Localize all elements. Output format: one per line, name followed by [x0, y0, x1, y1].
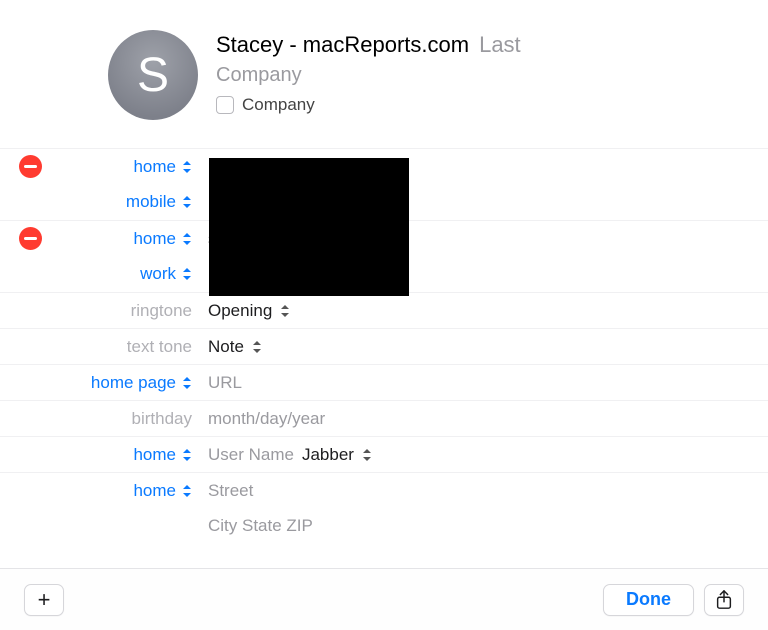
company-checkbox-row: Company — [216, 95, 521, 115]
company-checkbox[interactable] — [216, 96, 234, 114]
birthday-row: birthday month/day/year — [0, 400, 768, 436]
share-button[interactable] — [704, 584, 744, 616]
plus-icon: + — [38, 589, 51, 611]
address-street[interactable]: Street — [200, 481, 768, 501]
im-service[interactable]: Jabber — [302, 445, 354, 465]
done-button[interactable]: Done — [603, 584, 694, 616]
add-button[interactable]: + — [24, 584, 64, 616]
last-name-field[interactable]: Last — [479, 32, 521, 58]
address-city-state-zip[interactable]: City State ZIP — [200, 516, 768, 536]
birthday-value[interactable]: month/day/year — [200, 409, 768, 429]
updown-icon[interactable] — [280, 305, 290, 317]
remove-button[interactable] — [19, 227, 42, 250]
header-right: Stacey - macReports.com Last Company Com… — [216, 30, 521, 115]
homepage-label[interactable]: home page — [91, 373, 176, 393]
im-username[interactable]: User Name — [208, 445, 294, 465]
address-row-2: City State ZIP — [0, 508, 768, 544]
avatar-initial: S — [137, 48, 169, 103]
updown-icon[interactable] — [182, 449, 192, 461]
share-icon — [715, 590, 733, 610]
im-row: home User Name Jabber — [0, 436, 768, 472]
email-label-work[interactable]: work — [140, 264, 176, 284]
phone-label-mobile[interactable]: mobile — [126, 192, 176, 212]
ringtone-row: ringtone Opening — [0, 292, 768, 328]
contact-edit-card: S Stacey - macReports.com Last Company C… — [0, 0, 768, 630]
updown-icon[interactable] — [182, 161, 192, 173]
address-label[interactable]: home — [133, 481, 176, 501]
ringtone-label: ringtone — [131, 301, 192, 321]
contact-header: S Stacey - macReports.com Last Company C… — [0, 0, 768, 144]
homepage-row: home page URL — [0, 364, 768, 400]
updown-icon[interactable] — [362, 449, 372, 461]
updown-icon[interactable] — [182, 377, 192, 389]
updown-icon[interactable] — [252, 341, 262, 353]
address-row: home Street — [0, 472, 768, 508]
first-name-field[interactable]: Stacey - macReports.com — [216, 32, 469, 58]
bottom-toolbar: + Done — [0, 568, 768, 630]
phone-label-home[interactable]: home — [133, 157, 176, 177]
texttone-row: text tone Note — [0, 328, 768, 364]
avatar[interactable]: S — [108, 30, 198, 120]
company-field[interactable]: Company — [216, 64, 521, 87]
name-line: Stacey - macReports.com Last — [216, 32, 521, 58]
im-value[interactable]: User Name Jabber — [200, 445, 768, 465]
ringtone-value[interactable]: Opening — [200, 301, 768, 321]
homepage-value[interactable]: URL — [200, 373, 768, 393]
updown-icon[interactable] — [182, 268, 192, 280]
company-checkbox-label: Company — [242, 95, 315, 115]
birthday-label: birthday — [132, 409, 192, 429]
updown-icon[interactable] — [182, 233, 192, 245]
updown-icon[interactable] — [182, 196, 192, 208]
texttone-label: text tone — [127, 337, 192, 357]
redaction-block — [209, 158, 409, 296]
updown-icon[interactable] — [182, 485, 192, 497]
email-label-home[interactable]: home — [133, 229, 176, 249]
remove-button[interactable] — [19, 155, 42, 178]
texttone-value[interactable]: Note — [200, 337, 768, 357]
im-label[interactable]: home — [133, 445, 176, 465]
